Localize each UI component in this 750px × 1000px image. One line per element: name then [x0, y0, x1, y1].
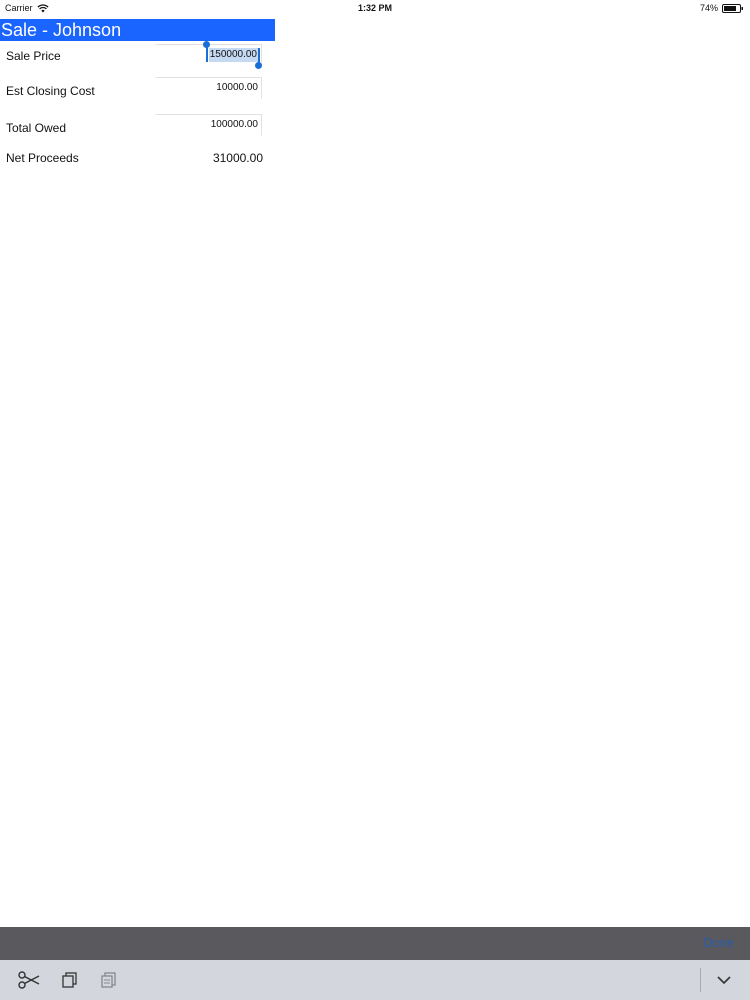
selection-start-bar: [206, 46, 208, 62]
status-right: 74%: [700, 0, 744, 16]
paste-icon[interactable]: [99, 970, 121, 990]
copy-icon[interactable]: [60, 970, 82, 990]
selection-start-handle[interactable]: [203, 41, 210, 48]
net-proceeds-label: Net Proceeds: [6, 151, 79, 165]
keyboard-accessory-bar: Done: [0, 927, 750, 960]
scissors-icon[interactable]: [17, 970, 40, 990]
battery-percent: 74%: [699, 3, 718, 13]
closing-cost-field[interactable]: 10000.00: [155, 77, 262, 99]
closing-cost-label: Est Closing Cost: [6, 84, 95, 98]
sale-price-label: Sale Price: [6, 49, 61, 63]
done-button[interactable]: Done: [703, 935, 734, 950]
sale-price-value: 150000.00: [208, 48, 258, 62]
selection-end-handle[interactable]: [255, 62, 262, 69]
shortcut-divider: [700, 968, 701, 992]
battery-icon: [722, 3, 744, 13]
closing-cost-value: 10000.00: [216, 82, 258, 93]
status-bar: Carrier 1:32 PM 74%: [0, 0, 750, 16]
total-owed-field[interactable]: 100000.00: [155, 114, 262, 136]
keyboard-shortcut-bar: [0, 960, 750, 1000]
status-time: 1:32 PM: [357, 3, 392, 13]
total-owed-label: Total Owed: [6, 121, 67, 135]
total-owed-value: 100000.00: [210, 119, 258, 130]
page-title: Sale - Johnson: [0, 19, 275, 41]
net-proceeds-value: 31000.00: [212, 151, 263, 165]
chevron-down-icon[interactable]: [714, 970, 736, 990]
